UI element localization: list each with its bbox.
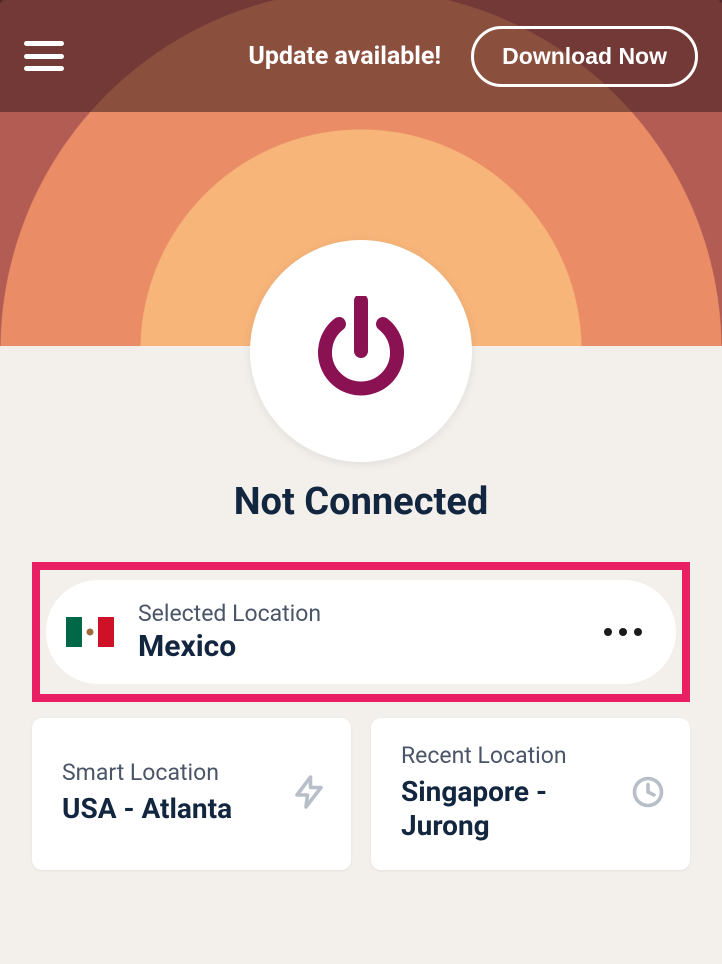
selected-location-highlight: Selected Location Mexico — [32, 562, 690, 702]
smart-location-label: Smart Location — [62, 759, 291, 786]
mexico-flag-icon — [66, 617, 114, 647]
more-options-icon[interactable] — [604, 628, 642, 636]
lightning-icon — [291, 774, 327, 810]
recent-location-value: Singapore - Jurong — [401, 775, 630, 842]
clock-icon — [630, 774, 666, 810]
connection-status: Not Connected — [0, 480, 722, 524]
update-available-text: Update available! — [84, 42, 451, 71]
download-now-button[interactable]: Download Now — [471, 26, 698, 87]
power-icon — [311, 296, 411, 406]
selected-location-card[interactable]: Selected Location Mexico — [46, 580, 676, 684]
recent-location-card[interactable]: Recent Location Singapore - Jurong — [371, 718, 690, 870]
selected-location-label: Selected Location — [138, 600, 604, 627]
smart-location-value: USA - Atlanta — [62, 792, 291, 826]
recent-location-label: Recent Location — [401, 742, 630, 769]
selected-location-value: Mexico — [138, 629, 604, 664]
smart-location-card[interactable]: Smart Location USA - Atlanta — [32, 718, 351, 870]
location-cards-row: Smart Location USA - Atlanta Recent Loca… — [32, 718, 690, 870]
menu-icon[interactable] — [24, 41, 64, 71]
power-button[interactable] — [250, 240, 472, 462]
topbar: Update available! Download Now — [0, 0, 722, 112]
